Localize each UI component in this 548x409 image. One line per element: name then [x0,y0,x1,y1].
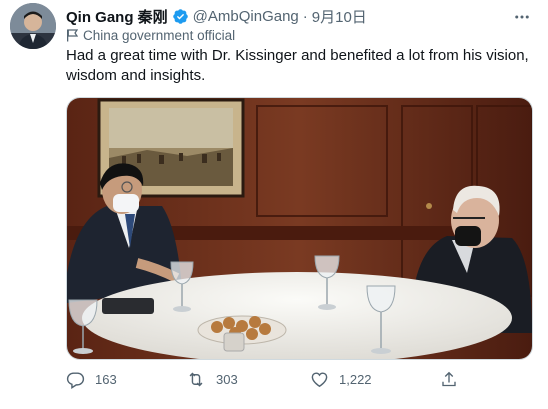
retweet-button[interactable]: 303 [186,370,238,389]
account-label[interactable]: China government official [66,28,235,43]
reply-icon [66,372,85,389]
account-label-text: China government official [83,28,236,43]
tweet-photo[interactable] [66,97,533,360]
tweet-text-line: wisdom and insights. [66,67,206,84]
tweet-header: Qin Gang 秦刚 @AmbQinGang · 9月10日 [66,6,536,26]
reply-count: 163 [95,372,117,387]
author-avatar[interactable] [10,3,56,49]
author-display-name[interactable]: Qin Gang 秦刚 [66,6,168,27]
author-handle[interactable]: @AmbQinGang [193,8,299,25]
government-flag-icon [66,29,78,42]
heart-icon [311,372,328,388]
like-button[interactable]: 1,222 [310,370,372,389]
more-options-icon[interactable] [513,8,531,31]
tweet-text-line: Had a great time with Dr. Kissinger and … [66,47,529,64]
share-button[interactable] [440,370,468,389]
retweet-icon [189,372,203,387]
tweet-actions: 163 303 1,222 [66,370,466,392]
header-separator: · [302,7,308,25]
tweet-date[interactable]: 9月10日 [312,6,367,27]
share-icon [442,371,456,387]
like-count: 1,222 [339,372,372,387]
verified-badge-icon [172,8,189,25]
retweet-count: 303 [216,372,238,387]
reply-button[interactable]: 163 [66,370,117,389]
tweet-text: Had a great time with Dr. Kissinger and … [66,46,536,86]
